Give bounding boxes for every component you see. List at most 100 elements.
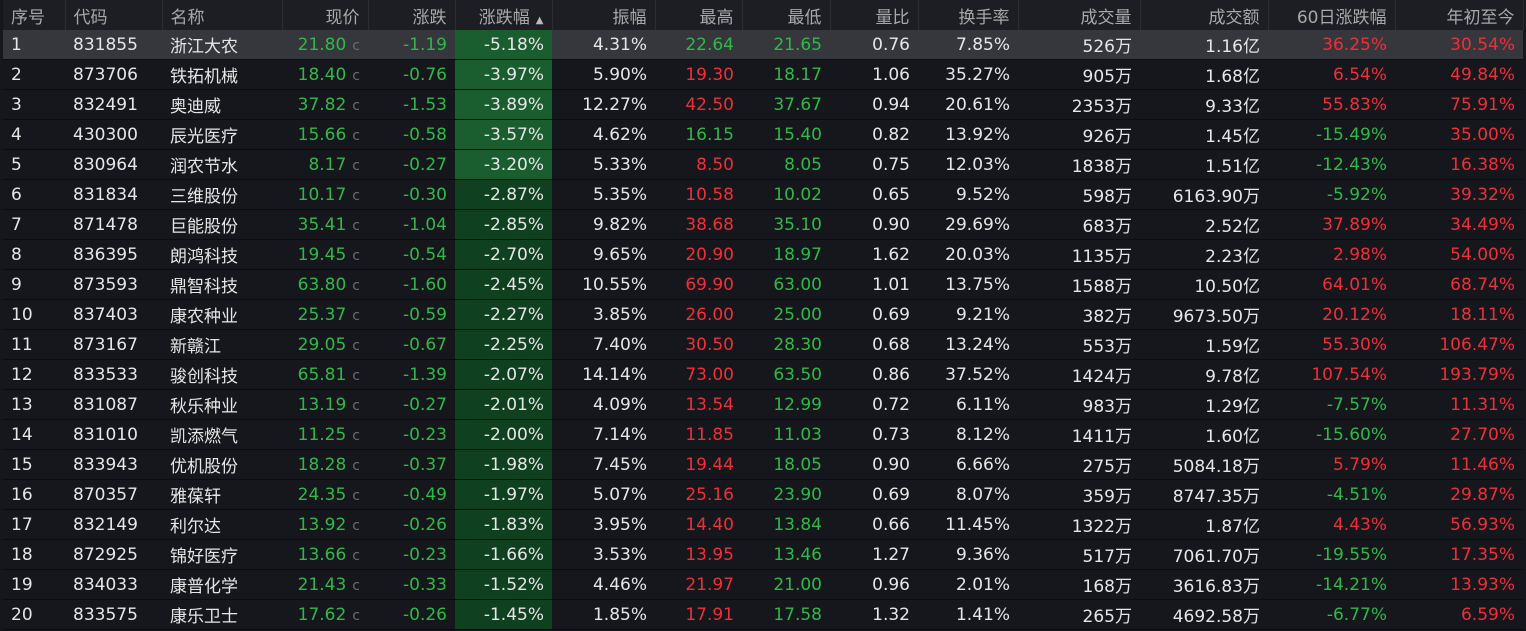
table-row[interactable]: 1 831855 浙江大农 21.80 c -1.19 -5.18% 4.31% 22.64 21… xyxy=(3,30,1523,60)
cell-amplitude: 5.90% xyxy=(552,59,655,90)
cell-low: 23.90 xyxy=(742,479,830,510)
amplitude-value: 10.55% xyxy=(582,274,647,295)
low-value: 63.50 xyxy=(773,364,822,385)
amplitude-value: 3.95% xyxy=(592,514,647,535)
table-row[interactable]: 3 832491 奥迪威 37.82 c -1.53 -3.89% 12.27% 42.50 37… xyxy=(3,89,1523,120)
table-row[interactable]: 5 830964 润农节水 8.17 c -0.27 -3.20% 5.33% 8.50 8.05… xyxy=(3,149,1523,180)
ytd-change-value: 193.79% xyxy=(1439,364,1515,385)
table-row[interactable]: 6 831834 三维股份 10.17 c -0.30 -2.87% 5.35% 10.58 10… xyxy=(3,179,1523,210)
volume-value: 905万 xyxy=(1082,67,1132,87)
cell-amount: 1.45亿 xyxy=(1140,119,1268,150)
cell-change: -0.67 xyxy=(368,329,455,360)
header-low[interactable]: 最低 xyxy=(742,0,831,30)
cell-high: 69.90 xyxy=(655,269,742,300)
cell-turnover-rate: 20.61% xyxy=(918,89,1018,120)
code-value: 871478 xyxy=(73,214,138,235)
cell-index: 11 xyxy=(3,329,65,360)
header-60d-change[interactable]: 60日涨跌幅 xyxy=(1268,0,1396,30)
cell-price: 19.45 c xyxy=(282,239,368,270)
table-row[interactable]: 19 834033 康普化学 21.43 c -0.33 -1.52% 4.46% 21.97 2… xyxy=(3,569,1523,600)
index-value: 6 xyxy=(11,184,22,205)
header-turnover-rate[interactable]: 换手率 xyxy=(918,0,1019,30)
table-row[interactable]: 7 871478 巨能股份 35.41 c -1.04 -2.85% 9.82% 38.68 35… xyxy=(3,209,1523,240)
cell-high: 25.16 xyxy=(655,479,742,510)
header-volume-ratio[interactable]: 量比 xyxy=(830,0,919,30)
cell-price: 29.05 c xyxy=(282,329,368,360)
amplitude-value: 4.46% xyxy=(592,574,647,595)
high-value: 69.90 xyxy=(685,274,734,295)
name-value: 秋乐种业 xyxy=(170,397,238,417)
change-pct-value: -2.07% xyxy=(483,364,544,385)
low-value: 12.99 xyxy=(773,394,822,415)
cell-high: 14.40 xyxy=(655,509,742,540)
amount-value: 1.45亿 xyxy=(1205,127,1260,147)
code-value: 833575 xyxy=(73,604,138,625)
cell-amplitude: 4.31% xyxy=(552,30,655,60)
header-index[interactable]: 序号 xyxy=(3,0,66,30)
table-row[interactable]: 2 873706 铁拓机械 18.40 c -0.76 -3.97% 5.90% 19.30 18… xyxy=(3,59,1523,90)
cell-high: 73.00 xyxy=(655,359,742,390)
change-value: -0.54 xyxy=(403,244,447,265)
60d-change-value: 107.54% xyxy=(1311,364,1387,385)
header-change-pct[interactable]: 涨跌幅 ▲ xyxy=(455,0,553,30)
change-value: -0.67 xyxy=(403,334,447,355)
cell-60d-change: 37.89% xyxy=(1268,209,1395,240)
table-row[interactable]: 18 872925 锦好医疗 13.66 c -0.23 -1.66% 3.53% 13.95 1… xyxy=(3,539,1523,570)
change-value: -0.30 xyxy=(403,184,447,205)
name-value: 鼎智科技 xyxy=(170,277,238,297)
header-volume[interactable]: 成交量 xyxy=(1018,0,1141,30)
cell-amount: 2.52亿 xyxy=(1140,209,1268,240)
low-value: 15.40 xyxy=(773,124,822,145)
60d-change-value: 5.79% xyxy=(1332,454,1387,475)
header-price[interactable]: 现价 xyxy=(282,0,369,30)
cell-change: -0.76 xyxy=(368,59,455,90)
high-value: 16.15 xyxy=(685,124,734,145)
cell-price: 21.43 c xyxy=(282,569,368,600)
header-name[interactable]: 名称 xyxy=(162,0,283,30)
table-row[interactable]: 14 831010 凯添燃气 11.25 c -0.23 -2.00% 7.14% 11.85 1… xyxy=(3,419,1523,450)
high-value: 14.40 xyxy=(685,514,734,535)
cell-amount: 1.87亿 xyxy=(1140,509,1268,540)
table-row[interactable]: 20 833575 康乐卫士 17.62 c -0.26 -1.45% 1.85% 17.91 1… xyxy=(3,599,1523,630)
cell-code: 830964 xyxy=(65,149,162,180)
price-value: 17.62 xyxy=(297,604,347,625)
code-value: 832149 xyxy=(73,514,138,535)
turnover-rate-value: 35.27% xyxy=(945,64,1010,85)
cell-low: 17.58 xyxy=(742,599,830,630)
cell-low: 63.50 xyxy=(742,359,830,390)
name-value: 骏创科技 xyxy=(170,367,238,387)
cell-change-pct: -2.45% xyxy=(455,269,552,300)
table-row[interactable]: 16 870357 雅葆轩 24.35 c -0.49 -1.97% 5.07% 25.16 23… xyxy=(3,479,1523,510)
ytd-change-value: 11.31% xyxy=(1450,394,1515,415)
cell-amount: 4692.58万 xyxy=(1140,599,1268,630)
cell-turnover-rate: 13.24% xyxy=(918,329,1018,360)
cell-60d-change: 55.30% xyxy=(1268,329,1395,360)
cell-change-pct: -1.66% xyxy=(455,539,552,570)
index-value: 2 xyxy=(11,64,22,85)
cell-change: -1.53 xyxy=(368,89,455,120)
header-change[interactable]: 涨跌 xyxy=(368,0,456,30)
high-value: 26.00 xyxy=(685,304,734,325)
table-row[interactable]: 4 430300 辰光医疗 15.66 c -0.58 -3.57% 4.62% 16.15 15… xyxy=(3,119,1523,150)
cell-volume: 926万 xyxy=(1018,119,1140,150)
amplitude-value: 7.40% xyxy=(592,334,647,355)
cell-index: 14 xyxy=(3,419,65,450)
volume-value: 1424万 xyxy=(1071,367,1132,387)
header-amount[interactable]: 成交额 xyxy=(1140,0,1269,30)
table-row[interactable]: 13 831087 秋乐种业 13.19 c -0.27 -2.01% 4.09% 13.54 1… xyxy=(3,389,1523,420)
header-high[interactable]: 最高 xyxy=(655,0,743,30)
amount-value: 10.50亿 xyxy=(1194,277,1260,297)
header-code[interactable]: 代码 xyxy=(65,0,163,30)
cell-low: 13.84 xyxy=(742,509,830,540)
table-row[interactable]: 15 833943 优机股份 18.28 c -0.37 -1.98% 7.45% 19.44 1… xyxy=(3,449,1523,480)
header-ytd-change[interactable]: 年初至今 xyxy=(1395,0,1524,30)
cell-amplitude: 14.14% xyxy=(552,359,655,390)
table-row[interactable]: 12 833533 骏创科技 65.81 c -1.39 -2.07% 14.14% 73.00… xyxy=(3,359,1523,390)
table-row[interactable]: 11 873167 新赣江 29.05 c -0.67 -2.25% 7.40% 30.50 28… xyxy=(3,329,1523,360)
table-row[interactable]: 9 873593 鼎智科技 63.80 c -1.60 -2.45% 10.55% 69.90 6… xyxy=(3,269,1523,300)
header-amplitude[interactable]: 振幅 xyxy=(552,0,656,30)
table-row[interactable]: 8 836395 朗鸿科技 19.45 c -0.54 -2.70% 9.65% 20.90 18… xyxy=(3,239,1523,270)
table-row[interactable]: 17 832149 利尔达 13.92 c -0.26 -1.83% 3.95% 14.40 13… xyxy=(3,509,1523,540)
table-row[interactable]: 10 837403 康农种业 25.37 c -0.59 -2.27% 3.85% 26.00 2… xyxy=(3,299,1523,330)
cell-change: -0.23 xyxy=(368,419,455,450)
